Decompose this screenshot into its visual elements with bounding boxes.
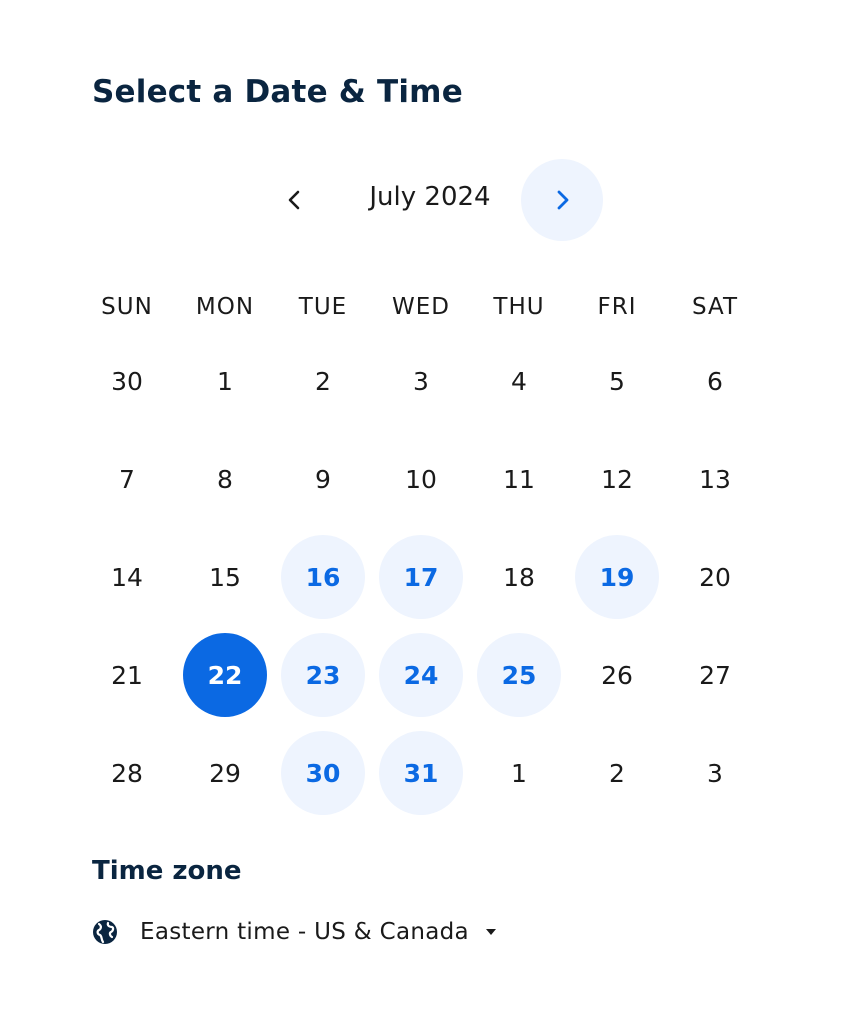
day-cell: 14 [78, 528, 176, 626]
page-title: Select a Date & Time [92, 74, 463, 110]
day-number: 19 [575, 535, 659, 619]
day-cell: 28 [78, 724, 176, 822]
day-number: 28 [111, 758, 143, 788]
day-cell-available[interactable]: 16 [274, 528, 372, 626]
calendar-grid: SUN MON TUE WED THU FRI SAT 30 1 2 3 4 5 6 7 8 9 1… [78, 282, 768, 822]
day-number: 29 [209, 758, 241, 788]
day-cell: 10 [372, 430, 470, 528]
timezone-dropdown[interactable]: Eastern time - US & Canada [90, 912, 499, 952]
globe-icon [90, 917, 120, 947]
day-cell-available[interactable]: 25 [470, 626, 568, 724]
weekday-mon: MON [195, 294, 255, 320]
day-cell-available[interactable]: 24 [372, 626, 470, 724]
previous-month-button[interactable] [274, 179, 316, 221]
day-cell: 11 [470, 430, 568, 528]
day-number: 24 [379, 633, 463, 717]
calendar-week: 21 22 23 24 25 26 27 [78, 626, 768, 724]
day-number: 8 [217, 464, 233, 494]
chevron-right-icon [551, 189, 573, 211]
day-cell-available[interactable]: 19 [568, 528, 666, 626]
day-number: 21 [111, 660, 143, 690]
day-cell: 27 [666, 626, 764, 724]
day-cell: 13 [666, 430, 764, 528]
month-label: July 2024 [369, 182, 491, 212]
weekday-thu: THU [493, 294, 545, 320]
timezone-value: Eastern time - US & Canada [140, 919, 469, 945]
day-number: 11 [503, 464, 535, 494]
calendar-week: 30 1 2 3 4 5 6 [78, 332, 768, 430]
day-number: 10 [405, 464, 437, 494]
day-cell: 8 [176, 430, 274, 528]
day-cell: 26 [568, 626, 666, 724]
day-cell: 9 [274, 430, 372, 528]
day-cell-available[interactable]: 23 [274, 626, 372, 724]
day-number: 17 [379, 535, 463, 619]
day-cell: 1 [176, 332, 274, 430]
timezone-title: Time zone [92, 856, 242, 886]
day-cell-available[interactable]: 31 [372, 724, 470, 822]
day-cell: 20 [666, 528, 764, 626]
day-cell-outside-month: 1 [470, 724, 568, 822]
day-cell: 6 [666, 332, 764, 430]
caret-down-icon [483, 924, 499, 940]
calendar-week: 14 15 16 17 18 19 20 [78, 528, 768, 626]
day-cell: 2 [274, 332, 372, 430]
day-cell: 7 [78, 430, 176, 528]
day-number: 23 [281, 633, 365, 717]
day-number: 1 [217, 366, 233, 396]
month-navigation: July 2024 [0, 158, 854, 242]
day-number: 2 [609, 758, 625, 788]
day-number: 18 [503, 562, 535, 592]
day-cell: 21 [78, 626, 176, 724]
day-number: 22 [183, 633, 267, 717]
calendar-weeks: 30 1 2 3 4 5 6 7 8 9 10 11 12 13 14 15 16 17 18 19 20 21 22 23 2… [78, 332, 768, 822]
next-month-button[interactable] [521, 159, 603, 241]
chevron-left-icon [284, 189, 306, 211]
date-time-picker: Select a Date & Time July 2024 SUN MON T… [0, 0, 854, 1024]
day-number: 31 [379, 731, 463, 815]
day-cell-outside-month: 3 [666, 724, 764, 822]
day-number: 13 [699, 464, 731, 494]
day-cell: 29 [176, 724, 274, 822]
day-cell: 3 [372, 332, 470, 430]
day-number: 30 [111, 366, 143, 396]
day-number: 14 [111, 562, 143, 592]
day-number: 25 [477, 633, 561, 717]
weekday-tue: TUE [298, 294, 348, 320]
day-number: 12 [601, 464, 633, 494]
weekday-header: SUN MON TUE WED THU FRI SAT [78, 282, 768, 332]
weekday-wed: WED [392, 294, 450, 320]
day-cell-selected[interactable]: 22 [176, 626, 274, 724]
day-number: 16 [281, 535, 365, 619]
day-number: 5 [609, 366, 625, 396]
day-cell: 18 [470, 528, 568, 626]
day-number: 20 [699, 562, 731, 592]
day-number: 4 [511, 366, 527, 396]
day-number: 27 [699, 660, 731, 690]
weekday-sun: SUN [101, 294, 153, 320]
day-number: 6 [707, 366, 723, 396]
day-cell: 15 [176, 528, 274, 626]
calendar-week: 28 29 30 31 1 2 3 [78, 724, 768, 822]
day-cell-outside-month: 2 [568, 724, 666, 822]
weekday-sat: SAT [691, 294, 739, 320]
day-number: 15 [209, 562, 241, 592]
day-number: 30 [281, 731, 365, 815]
day-number: 26 [601, 660, 633, 690]
weekday-fri: FRI [597, 294, 637, 320]
day-number: 9 [315, 464, 331, 494]
day-number: 3 [707, 758, 723, 788]
day-cell: 12 [568, 430, 666, 528]
day-cell-available[interactable]: 17 [372, 528, 470, 626]
day-number: 3 [413, 366, 429, 396]
day-cell-available[interactable]: 30 [274, 724, 372, 822]
day-cell: 4 [470, 332, 568, 430]
calendar-week: 7 8 9 10 11 12 13 [78, 430, 768, 528]
day-number: 2 [315, 366, 331, 396]
day-cell: 5 [568, 332, 666, 430]
day-number: 1 [511, 758, 527, 788]
day-number: 7 [119, 464, 135, 494]
day-cell-outside-month: 30 [78, 332, 176, 430]
